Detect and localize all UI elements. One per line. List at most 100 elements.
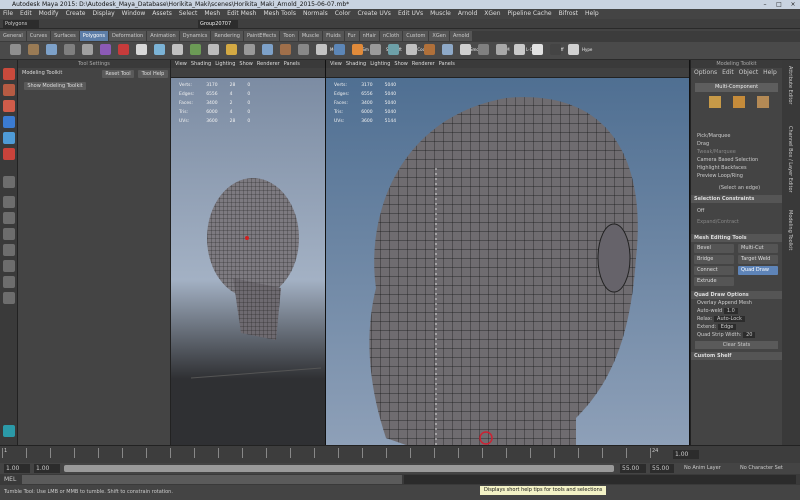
menu-item[interactable]: Muscle xyxy=(430,10,451,17)
shelf-tool-icon[interactable] xyxy=(136,44,147,55)
menu-item[interactable]: Select xyxy=(179,10,198,17)
menu-item[interactable]: Help xyxy=(585,10,599,17)
end-frame-field[interactable]: 55.00 xyxy=(650,464,674,473)
shelf-tool-icon[interactable] xyxy=(118,44,129,55)
shelf-tool-icon[interactable] xyxy=(46,44,57,55)
selection-name-field[interactable]: Group20707 xyxy=(198,20,238,28)
shelf-tool-icon[interactable] xyxy=(100,44,111,55)
shelf-tool-icon[interactable] xyxy=(10,44,21,55)
viewport-canvas[interactable]: Verts: 3170 28 0 Edges: 6556 4 0 Faces: 3400 2 0 Tri… xyxy=(171,78,325,445)
shelf-tab[interactable]: Rendering xyxy=(211,31,243,41)
vp-menu-panels[interactable]: Panels xyxy=(284,61,300,67)
reset-tool-button[interactable]: Reset Tool xyxy=(102,70,134,78)
shelf-tool-icon[interactable] xyxy=(370,44,381,55)
menu-item[interactable]: Create UVs xyxy=(357,10,390,17)
auto-weld-value[interactable]: 1.0 xyxy=(723,308,738,314)
multi-component-button[interactable]: Multi-Component xyxy=(695,83,778,92)
vp2-menu-panels[interactable]: Panels xyxy=(439,61,455,67)
menu-item[interactable]: Color xyxy=(335,10,351,17)
mel-label[interactable]: MEL xyxy=(4,476,16,483)
shelf-tab[interactable]: Dynamics xyxy=(179,31,211,41)
shelf-tool-icon[interactable] xyxy=(424,44,435,55)
time-slider[interactable]: 1 24 1.00 xyxy=(0,445,800,463)
shelf-tab[interactable]: XGen xyxy=(429,31,449,41)
toolkit-menu-edit[interactable]: Edit xyxy=(722,69,734,76)
toolkit-menu-options[interactable]: Options xyxy=(694,69,717,76)
mesh-tool-button[interactable]: Multi-Cut xyxy=(738,244,778,253)
shelf-tool-icon[interactable] xyxy=(82,44,93,55)
range-start-field[interactable]: 1.00 xyxy=(34,464,60,473)
shelf-tool-icon[interactable] xyxy=(190,44,201,55)
shelf-tool-icon[interactable] xyxy=(460,44,471,55)
toolkit-menu-object[interactable]: Object xyxy=(739,69,759,76)
vp-menu-shading[interactable]: Shading xyxy=(191,61,211,67)
vp-menu-lighting[interactable]: Lighting xyxy=(215,61,235,67)
menu-item[interactable]: Create xyxy=(66,10,86,17)
current-frame-field[interactable]: 1.00 xyxy=(673,450,699,459)
vertex-mode-icon[interactable] xyxy=(709,96,721,108)
shelf-tool-icon[interactable] xyxy=(172,44,183,55)
menu-item[interactable]: Edit xyxy=(20,10,32,17)
layout-graph-icon[interactable] xyxy=(3,244,15,256)
menu-item[interactable]: Bifrost xyxy=(559,10,578,17)
char-set-dropdown[interactable]: No Character Set xyxy=(740,465,783,471)
tab-channel-box[interactable]: Channel Box / Layer Editor xyxy=(787,126,793,193)
mesh-tool-button[interactable]: Quad Draw xyxy=(738,266,778,275)
menu-item[interactable]: Window xyxy=(122,10,146,17)
start-frame-field[interactable]: 1.00 xyxy=(4,464,30,473)
shelf-tab[interactable]: Surfaces xyxy=(51,31,79,41)
custom-shelf-header[interactable]: Custom Shelf xyxy=(691,352,782,360)
rotate-tool-icon[interactable] xyxy=(3,132,15,144)
camera-based-selection-check[interactable]: Camera Based Selection xyxy=(691,156,782,164)
vp2-menu-lighting[interactable]: Lighting xyxy=(370,61,390,67)
shelf-tool-icon[interactable] xyxy=(388,44,399,55)
selection-constraints-header[interactable]: Selection Constraints xyxy=(691,195,782,203)
face-mode-icon[interactable] xyxy=(757,96,769,108)
mesh-editing-tools-header[interactable]: Mesh Editing Tools xyxy=(691,234,782,242)
shelf-tool-icon[interactable] xyxy=(316,44,327,55)
close-button[interactable]: × xyxy=(786,0,800,9)
tweak-marquee-option[interactable]: Tweak/Marquee xyxy=(691,148,782,156)
mel-input[interactable] xyxy=(22,475,402,484)
toolkit-menu-help[interactable]: Help xyxy=(763,69,777,76)
shelf-tab[interactable]: Curves xyxy=(26,31,51,41)
shelf-tab[interactable]: Deformation xyxy=(109,31,147,41)
shelf-tool-icon[interactable] xyxy=(334,44,345,55)
layout-custom-icon[interactable] xyxy=(3,276,15,288)
menu-item[interactable]: File xyxy=(3,10,13,17)
shelf-tool-icon[interactable] xyxy=(532,44,543,55)
vp2-menu-view[interactable]: View xyxy=(330,61,342,67)
shelf-tool-icon[interactable] xyxy=(154,44,165,55)
menu-item[interactable]: Modify xyxy=(39,10,59,17)
extend-dropdown[interactable]: Edge xyxy=(717,324,737,330)
menu-item[interactable]: Assets xyxy=(152,10,172,17)
highlight-backfaces-check[interactable]: Highlight Backfaces xyxy=(691,164,782,172)
vp-menu-view[interactable]: View xyxy=(175,61,187,67)
layout-hypershade-icon[interactable] xyxy=(3,292,15,304)
tab-attribute-editor[interactable]: Attribute Editor xyxy=(787,66,793,104)
lasso-tool-icon[interactable] xyxy=(3,84,15,96)
vp-menu-renderer[interactable]: Renderer xyxy=(257,61,280,67)
shelf-tool-icon[interactable] xyxy=(442,44,453,55)
shelf-tab[interactable]: Fluids xyxy=(323,31,344,41)
shelf-tool-icon[interactable] xyxy=(514,44,525,55)
shelf-tool-icon[interactable] xyxy=(226,44,237,55)
layout-single-icon[interactable] xyxy=(3,176,15,188)
shelf-tool-icon[interactable] xyxy=(244,44,255,55)
edge-mode-icon[interactable] xyxy=(733,96,745,108)
vp-menu-show[interactable]: Show xyxy=(239,61,253,67)
mesh-tool-button[interactable]: Connect xyxy=(694,266,734,275)
shelf-tool-icon[interactable] xyxy=(298,44,309,55)
strip-width-value[interactable]: 20 xyxy=(743,332,756,338)
menu-item[interactable]: Normals xyxy=(303,10,328,17)
overlay-append-check[interactable]: Overlay Append Mesh xyxy=(691,299,782,307)
shelf-tool-icon[interactable] xyxy=(208,44,219,55)
shelf-tab[interactable]: nHair xyxy=(359,31,379,41)
tab-modeling-toolkit[interactable]: Modeling Toolkit xyxy=(787,210,793,250)
shelf-tab[interactable]: Arnold xyxy=(449,31,473,41)
shelf-tab[interactable]: General xyxy=(0,31,26,41)
menu-item[interactable]: Pipeline Cache xyxy=(508,10,552,17)
viewport-canvas-right[interactable]: Verts: 3170 5040 Edges: 6556 5040 Faces: 3400 50… xyxy=(326,78,689,445)
move-tool-icon[interactable] xyxy=(3,116,15,128)
minimize-button[interactable]: – xyxy=(758,0,772,9)
